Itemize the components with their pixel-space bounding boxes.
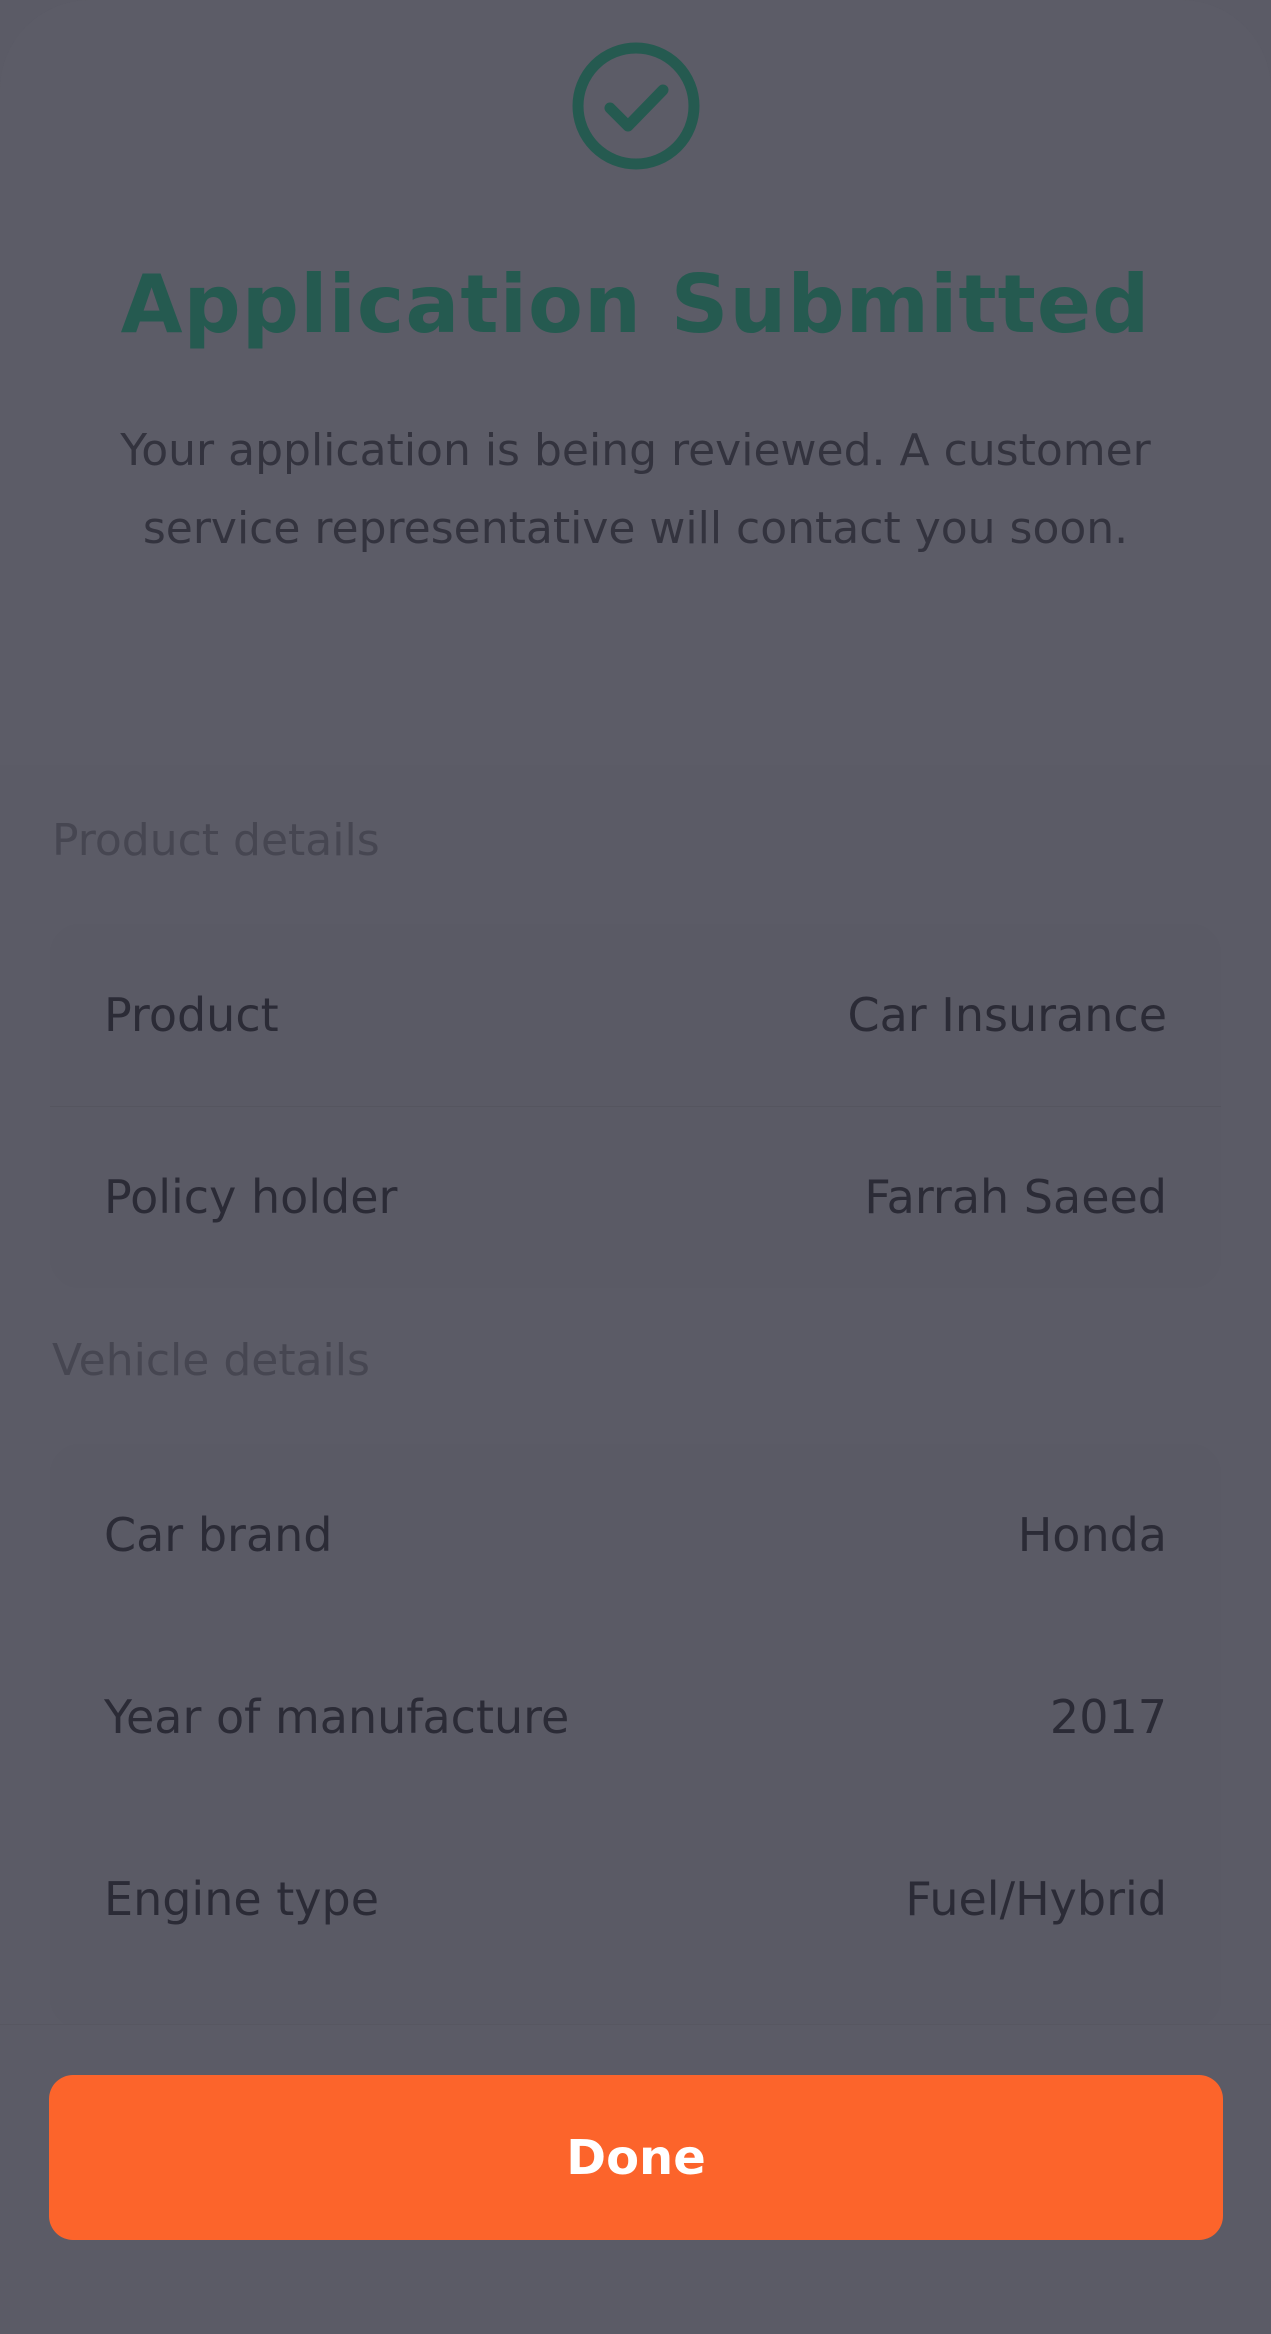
detail-row-product: Product Car Insurance xyxy=(50,924,1221,1106)
detail-row-year: Year of manufacture 2017 xyxy=(50,1626,1221,1808)
detail-label: Car brand xyxy=(104,1508,333,1562)
vehicle-details-heading: Vehicle details xyxy=(52,1335,370,1386)
detail-row-policy-holder: Policy holder Farrah Saeed xyxy=(50,1106,1221,1288)
vehicle-details-card: Car brand Honda Year of manufacture 2017… xyxy=(50,1444,1221,2028)
detail-label: Engine type xyxy=(104,1872,380,1926)
confirmation-header: Application Submitted Your application i… xyxy=(0,0,1271,765)
detail-label: Year of manufacture xyxy=(104,1690,570,1744)
detail-value: Honda xyxy=(1017,1508,1167,1562)
detail-row-car-brand: Car brand Honda xyxy=(50,1444,1221,1626)
detail-value: Farrah Saeed xyxy=(864,1170,1167,1224)
detail-value: Fuel/Hybrid xyxy=(905,1872,1167,1926)
page-title: Application Submitted xyxy=(120,258,1151,351)
check-circle-icon xyxy=(572,42,700,170)
detail-value: 2017 xyxy=(1049,1690,1167,1744)
confirmation-message: Your application is being reviewed. A cu… xyxy=(120,425,1151,554)
done-button[interactable]: Done xyxy=(49,2075,1223,2240)
detail-value: Car Insurance xyxy=(847,988,1167,1042)
confirmation-sheet: Application Submitted Your application i… xyxy=(0,0,1271,2334)
detail-row-engine-type: Engine type Fuel/Hybrid xyxy=(50,1808,1221,1990)
product-details-card: Product Car Insurance Policy holder Farr… xyxy=(50,924,1221,1288)
detail-label: Product xyxy=(104,988,279,1042)
detail-label: Policy holder xyxy=(104,1170,398,1224)
product-details-heading: Product details xyxy=(52,815,380,866)
